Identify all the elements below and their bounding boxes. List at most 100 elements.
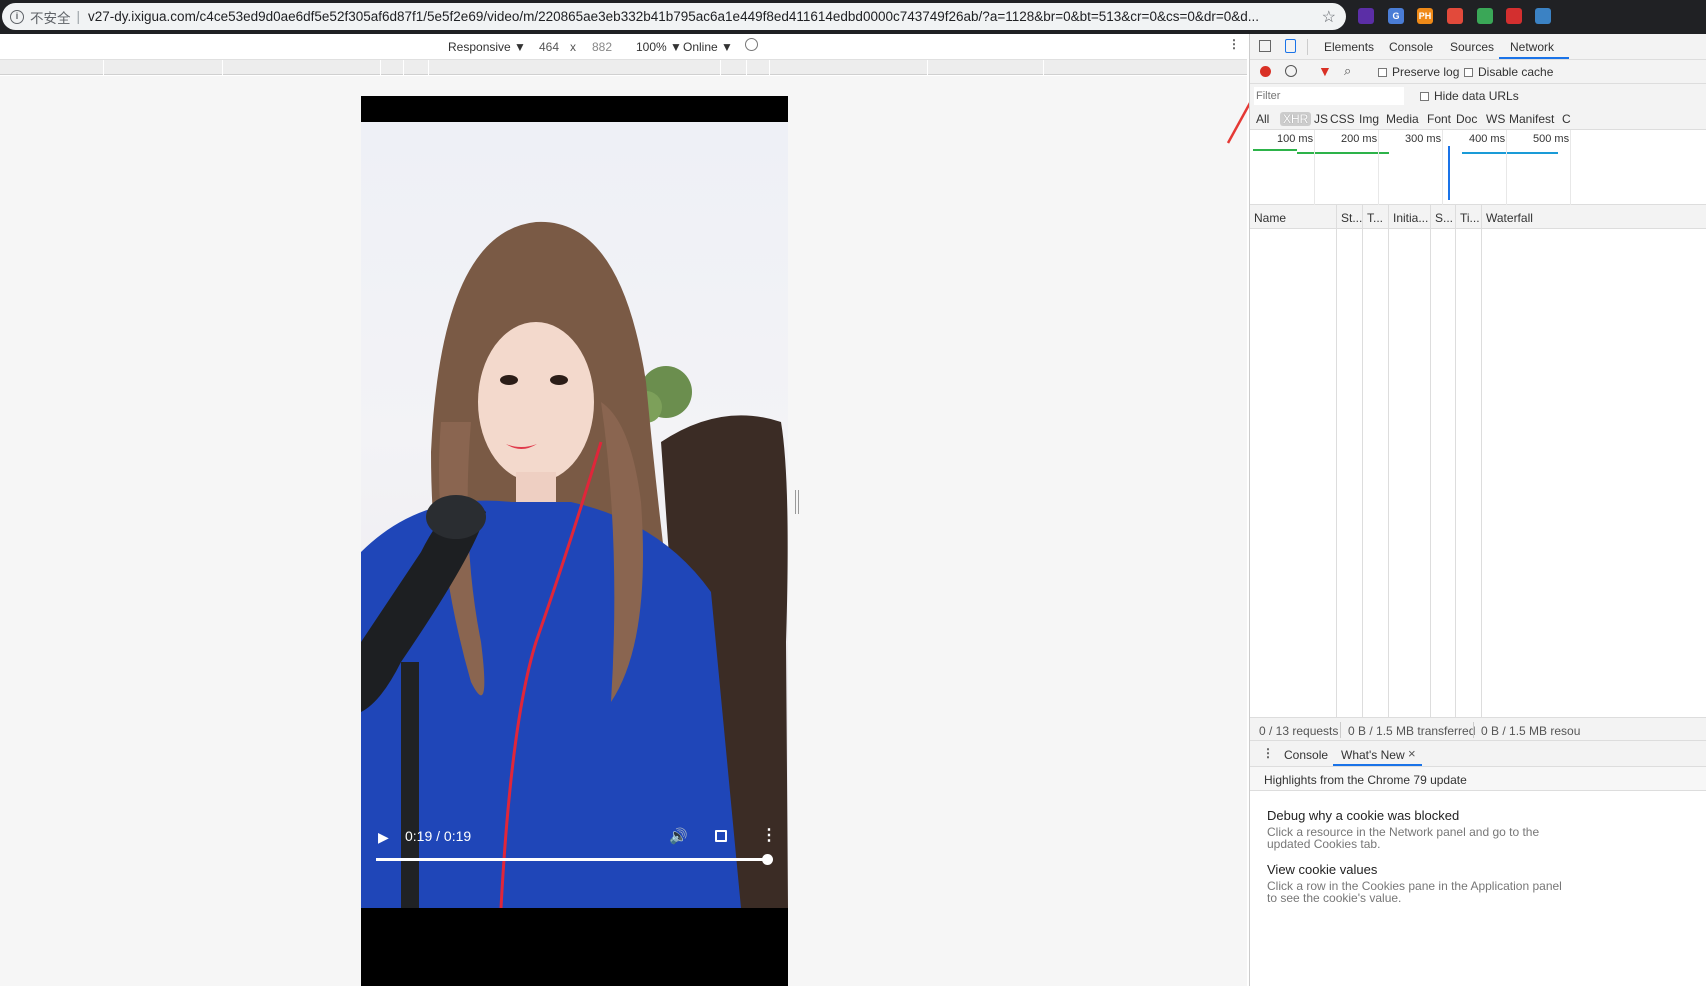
column-header-5[interactable]: S...: [1435, 211, 1453, 225]
overview-bar-1: [1253, 149, 1297, 151]
video-progress-thumb[interactable]: [762, 854, 773, 865]
filter-icon[interactable]: ▼: [1318, 63, 1332, 79]
video-progress-fill: [376, 858, 768, 861]
filter-input[interactable]: [1254, 87, 1404, 105]
volume-icon[interactable]: 🔊: [669, 827, 688, 845]
timeline-gridline: [1314, 130, 1315, 205]
close-icon[interactable]: ×: [1408, 746, 1416, 761]
column-divider[interactable]: [1430, 205, 1431, 717]
fullscreen-icon[interactable]: [715, 830, 727, 842]
item-title[interactable]: Debug why a cookie was blocked: [1267, 808, 1459, 823]
viewport-height-input[interactable]: 882: [592, 40, 612, 54]
type-filter-css[interactable]: CSS: [1330, 112, 1355, 126]
column-header-4[interactable]: Initia...: [1393, 211, 1428, 225]
request-table-body[interactable]: [1250, 205, 1706, 749]
timeline-tick: 500 ms: [1533, 133, 1570, 145]
video-frame: [361, 122, 788, 908]
video-menu-icon[interactable]: ⋮: [761, 825, 777, 845]
column-divider[interactable]: [1455, 205, 1456, 717]
timeline-tick: 400 ms: [1469, 133, 1506, 145]
tab-divider: [1307, 39, 1308, 55]
type-filter-doc[interactable]: Doc: [1456, 112, 1477, 126]
resources-size: 0 B / 1.5 MB resou: [1481, 724, 1581, 738]
network-status-bar: 0 / 13 requests 0 B / 1.5 MB transferred…: [1250, 717, 1706, 741]
address-bar[interactable]: i 不安全 | v27-dy.ixigua.com/c4ce53ed9d0ae6…: [2, 3, 1346, 30]
column-header-6[interactable]: Ti...: [1460, 211, 1480, 225]
timeline-gridline: [1570, 130, 1571, 205]
column-header-7[interactable]: Waterfall: [1486, 211, 1533, 225]
type-filter-c[interactable]: C: [1562, 112, 1571, 126]
preserve-log-checkbox[interactable]: Preserve log: [1378, 65, 1459, 79]
item-title[interactable]: View cookie values: [1267, 862, 1377, 877]
record-icon[interactable]: [1260, 66, 1271, 77]
type-filter-manifest[interactable]: Manifest: [1509, 112, 1554, 126]
type-filter-img[interactable]: Img: [1359, 112, 1379, 126]
disable-cache-checkbox[interactable]: Disable cache: [1464, 65, 1553, 79]
bookmark-star-icon[interactable]: ☆: [1322, 7, 1336, 27]
info-icon[interactable]: i: [10, 9, 24, 24]
viewport-resize-handle[interactable]: [795, 490, 799, 514]
type-filter-xhr[interactable]: XHR: [1280, 112, 1312, 126]
hide-data-urls-label: Hide data URLs: [1434, 89, 1519, 103]
network-overview[interactable]: 100 ms 200 ms 300 ms 400 ms 500 ms: [1250, 130, 1706, 205]
type-filter-row: All XHR JS CSS Img Media Font Doc WS Manifest C: [1250, 108, 1706, 130]
device-select[interactable]: Responsive ▼: [448, 40, 526, 54]
ext-purple-icon[interactable]: [1358, 8, 1374, 24]
column-header-3[interactable]: T...: [1367, 211, 1383, 225]
type-filter-font[interactable]: Font: [1427, 112, 1451, 126]
status-divider: [1340, 722, 1341, 738]
column-divider[interactable]: [1336, 205, 1337, 717]
video-player[interactable]: ▶ 0:19 / 0:19 🔊 ⋮: [361, 96, 788, 986]
drawer-menu-icon[interactable]: ⋮: [1262, 746, 1274, 760]
rotate-icon[interactable]: [745, 38, 758, 51]
tab-sources[interactable]: Sources: [1450, 40, 1494, 54]
ext-sheet-icon[interactable]: [1477, 8, 1493, 24]
column-header-1[interactable]: Name: [1254, 211, 1286, 225]
filter-row: Hide data URLs: [1250, 84, 1706, 108]
video-frame-image: [361, 221, 788, 908]
overview-bar-2: [1297, 152, 1389, 154]
drawer-tab-whats-new[interactable]: What's New: [1341, 748, 1405, 762]
ext-red-icon[interactable]: [1506, 8, 1522, 24]
url-text[interactable]: v27-dy.ixigua.com/c4ce53ed9d0ae6df5e52f3…: [88, 9, 1259, 24]
timeline-tick: 200 ms: [1341, 133, 1378, 145]
video-progress-track[interactable]: [376, 858, 768, 861]
drawer-tab-bar: ⋮ Console What's New ×: [1250, 741, 1706, 767]
throttle-select[interactable]: Online ▼: [683, 40, 733, 54]
tab-elements[interactable]: Elements: [1324, 40, 1374, 54]
ext-translate-icon[interactable]: G: [1388, 8, 1404, 24]
type-filter-media[interactable]: Media: [1386, 112, 1419, 126]
item-desc: Click a resource in the Network panel an…: [1267, 825, 1540, 851]
item-desc: Click a row in the Cookies pane in the A…: [1267, 879, 1562, 905]
search-icon[interactable]: ⌕: [1344, 63, 1351, 79]
ext-blue-icon[interactable]: [1535, 8, 1551, 24]
ext-ph-icon[interactable]: PH: [1417, 8, 1433, 24]
type-filter-js[interactable]: JS: [1314, 112, 1328, 126]
network-toolbar: ▼ ⌕ Preserve log Disable cache: [1250, 60, 1706, 84]
device-toggle-icon[interactable]: [1285, 39, 1296, 53]
column-divider[interactable]: [1388, 205, 1389, 717]
hide-data-urls-checkbox[interactable]: Hide data URLs: [1420, 89, 1519, 103]
column-header-2[interactable]: St...: [1341, 211, 1362, 225]
play-icon[interactable]: ▶: [378, 829, 389, 846]
browser-top-bar: i 不安全 | v27-dy.ixigua.com/c4ce53ed9d0ae6…: [0, 0, 1706, 34]
column-divider[interactable]: [1362, 205, 1363, 717]
overview-bar-3: [1462, 152, 1558, 154]
type-filter-all[interactable]: All: [1256, 112, 1269, 126]
timeline-gridline: [1378, 130, 1379, 205]
tab-network[interactable]: Network: [1510, 40, 1554, 54]
type-filter-ws[interactable]: WS: [1486, 112, 1505, 126]
column-divider[interactable]: [1481, 205, 1482, 717]
active-tab-indicator: [1499, 57, 1569, 59]
url-separator: |: [76, 9, 81, 24]
viewport-width-input[interactable]: 464: [539, 40, 559, 54]
disable-cache-label: Disable cache: [1478, 65, 1554, 79]
inspect-element-icon[interactable]: [1259, 40, 1271, 52]
tab-console[interactable]: Console: [1389, 40, 1433, 54]
media-query-ruler[interactable]: [0, 60, 1247, 75]
zoom-select[interactable]: 100% ▼: [636, 40, 682, 54]
timeline-tick: 100 ms: [1277, 133, 1314, 145]
drawer-tab-console[interactable]: Console: [1284, 748, 1328, 762]
ext-pin-icon[interactable]: [1447, 8, 1463, 24]
clear-icon[interactable]: [1285, 65, 1297, 77]
